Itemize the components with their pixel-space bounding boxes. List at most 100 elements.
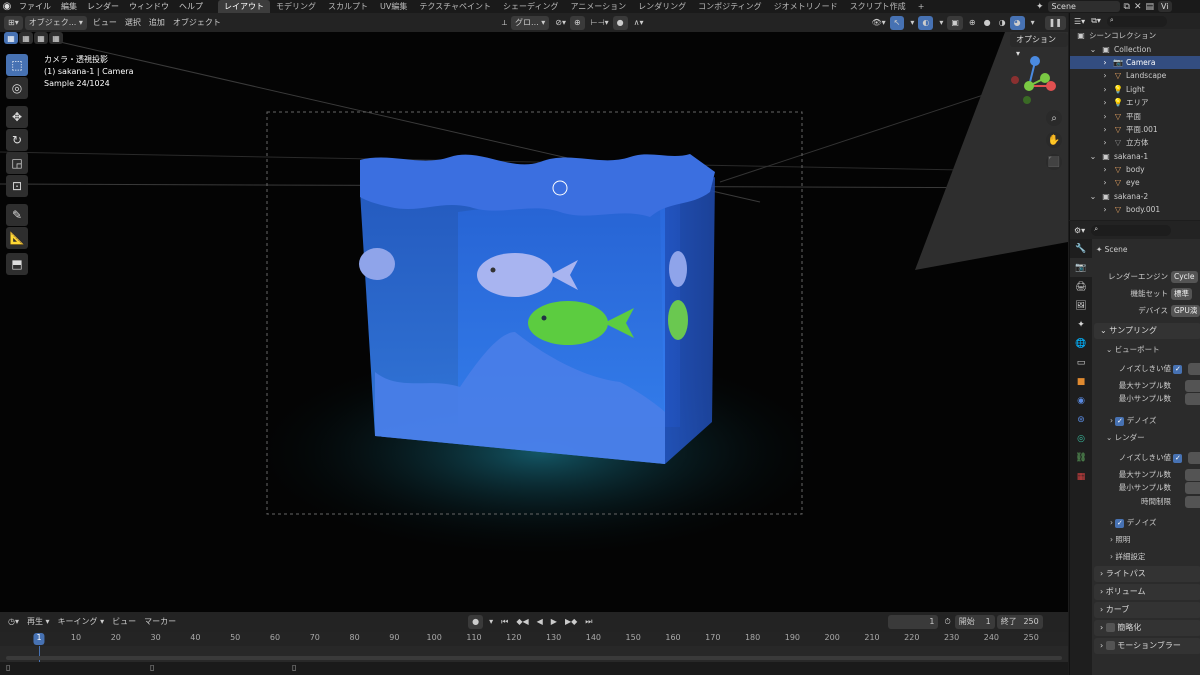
outliner-item[interactable]: › ▽ 立方体 <box>1070 136 1200 149</box>
proportional-edit-icon[interactable]: ● <box>612 15 628 30</box>
rotate-icon[interactable]: ↻ <box>6 129 28 151</box>
add-workspace-icon[interactable]: + <box>912 0 931 13</box>
editor-type-icon[interactable]: ⊞▾ <box>4 15 23 30</box>
select-menu[interactable]: 選択 <box>121 16 145 30</box>
render-denoise-checkbox[interactable]: ✓ <box>1115 518 1125 528</box>
viewport-denoise-row[interactable]: › ✓ デノイズ <box>1110 415 1157 426</box>
viewport-subpanel-header[interactable]: ⌄ ビューポート <box>1106 344 1160 355</box>
min-samples-field[interactable] <box>1185 393 1200 405</box>
gizmo-dropdown-icon[interactable]: ▾ <box>906 16 918 30</box>
max-samples-field[interactable] <box>1185 380 1200 392</box>
play-icon[interactable]: ▶ <box>547 615 561 629</box>
select-subtract-icon[interactable]: ▦ <box>34 32 48 44</box>
simplify-panel[interactable]: › 簡略化 <box>1094 620 1200 636</box>
expand-toggle-icon[interactable]: › <box>1100 165 1110 174</box>
tab-texture-paint[interactable]: テクスチャペイント <box>413 0 497 13</box>
motion-blur-checkbox[interactable] <box>1105 641 1115 650</box>
scale-icon[interactable]: ◲ <box>6 152 28 174</box>
tool-tab-icon[interactable]: 🔧 <box>1070 239 1092 258</box>
render-denoise-row[interactable]: › ✓ デノイズ <box>1110 517 1157 528</box>
menu-file[interactable]: ファイル <box>14 0 56 13</box>
light-paths-panel[interactable]: › ライトパス <box>1094 566 1200 582</box>
expand-toggle-icon[interactable]: › <box>1100 125 1110 134</box>
pivot-icon[interactable]: ⊘▾ <box>551 16 570 30</box>
advanced-subpanel[interactable]: › 詳細設定 <box>1110 551 1145 562</box>
outliner-item[interactable]: ⌄ ▣ sakana-1 <box>1070 150 1200 163</box>
scene-tab-icon[interactable]: ✦ <box>1070 315 1092 334</box>
view-menu[interactable]: ビュー <box>108 615 140 629</box>
expand-toggle-icon[interactable]: › <box>1100 112 1110 121</box>
outliner-editor-icon[interactable]: ☰▾ <box>1074 17 1085 26</box>
tab-modeling[interactable]: モデリング <box>270 0 322 13</box>
outliner-item[interactable]: › 📷 Camera <box>1070 55 1200 70</box>
current-frame-field[interactable]: 1 <box>888 615 939 629</box>
new-scene-icon[interactable]: ⧉ <box>1124 2 1130 12</box>
expand-toggle-icon[interactable]: › <box>1100 138 1110 147</box>
next-keyframe-icon[interactable]: ▶◆ <box>561 615 581 629</box>
start-frame-field[interactable]: 開始 1 <box>954 615 995 629</box>
menu-render[interactable]: レンダー <box>82 0 124 13</box>
zoom-icon[interactable]: ⌕ <box>1046 110 1062 126</box>
scene-field[interactable]: Scene <box>1047 1 1120 12</box>
menu-help[interactable]: ヘルプ <box>174 0 208 13</box>
stopwatch-icon[interactable]: ⏱ <box>940 615 954 629</box>
overlay-dropdown-icon[interactable]: ▾ <box>935 16 947 30</box>
simplify-checkbox[interactable] <box>1105 623 1115 632</box>
end-frame-field[interactable]: 終了 250 <box>996 615 1043 629</box>
gizmo-x[interactable] <box>1046 81 1056 91</box>
jump-end-icon[interactable]: ⏭ <box>581 615 596 629</box>
sampling-panel-header[interactable]: ⌄ サンプリング <box>1094 323 1200 339</box>
select-new-icon[interactable]: ▦ <box>4 32 18 44</box>
gizmo-center[interactable] <box>1024 81 1034 91</box>
max-samples-field[interactable] <box>1185 469 1200 481</box>
timeline-ruler[interactable]: 1 10 20 30 40 50 60 70 80 90 100 110 120… <box>0 632 1068 646</box>
tab-animation[interactable]: アニメーション <box>564 0 632 13</box>
properties-search-input[interactable]: ⌕ <box>1091 224 1172 236</box>
outliner-item[interactable]: ⌄ ▣ Collection <box>1070 42 1200 55</box>
add-cube-icon[interactable]: ⬒ <box>6 253 28 275</box>
record-options-icon[interactable]: ▾ <box>485 615 497 629</box>
motion-blur-panel[interactable]: › モーションブラー <box>1094 638 1200 654</box>
expand-toggle-icon[interactable]: ⌄ <box>1088 45 1098 54</box>
shading-wireframe-icon[interactable]: ⊕ <box>965 16 980 30</box>
keying-menu[interactable]: キーイング ▾ <box>54 615 109 629</box>
viewport-denoise-checkbox[interactable]: ✓ <box>1115 416 1125 426</box>
record-icon[interactable]: ● <box>468 615 484 629</box>
timeline-editor-icon[interactable]: ◷▾ <box>4 615 23 629</box>
expand-toggle-icon[interactable]: › <box>1100 205 1110 214</box>
shading-solid-icon[interactable]: ● <box>980 16 995 30</box>
gizmo-z[interactable] <box>1030 56 1040 66</box>
xray-icon[interactable]: ▣ <box>947 15 963 30</box>
expand-toggle-icon[interactable]: › <box>1100 71 1110 80</box>
noise-threshold-checkbox[interactable]: ✓ <box>1173 364 1183 374</box>
snap-icon[interactable]: ⊕ <box>569 15 585 30</box>
outliner-item[interactable]: › ▽ body.001 <box>1070 203 1200 216</box>
outliner-item[interactable]: › ▽ eye <box>1070 176 1200 189</box>
view-menu[interactable]: ビュー <box>89 16 121 30</box>
pause-render-icon[interactable]: ❚❚ <box>1044 15 1066 30</box>
3d-viewport[interactable]: カメラ・透視投影 (1) sakana-1 | Camera Sample 24… <box>0 32 1068 612</box>
navigation-gizmo[interactable] <box>1005 52 1063 114</box>
feature-set-dropdown[interactable]: 標準 <box>1171 288 1192 300</box>
outliner-item[interactable]: ⌄ ▣ sakana-2 <box>1070 190 1200 203</box>
prev-keyframe-icon[interactable]: ◆◀ <box>512 615 532 629</box>
particles-tab-icon[interactable]: ⊛ <box>1070 410 1092 429</box>
scene-collection-row[interactable]: ▣ シーンコレクション <box>1070 29 1200 42</box>
tab-shading[interactable]: シェーディング <box>497 0 564 13</box>
overlay-toggle-icon[interactable]: ◐ <box>918 15 934 30</box>
noise-threshold-field[interactable] <box>1187 363 1200 375</box>
menu-edit[interactable]: 編集 <box>56 0 82 13</box>
tab-compositing[interactable]: コンポジティング <box>692 0 768 13</box>
tab-sculpt[interactable]: スカルプト <box>322 0 374 13</box>
select-invert-icon[interactable]: ▦ <box>49 32 63 44</box>
min-samples-field[interactable] <box>1185 482 1200 494</box>
play-reverse-icon[interactable]: ◀ <box>533 615 547 629</box>
orientation-dropdown[interactable]: グロ... ▾ <box>511 15 550 30</box>
playback-menu[interactable]: 再生 ▾ <box>23 615 54 629</box>
device-dropdown[interactable]: GPU演 <box>1171 305 1200 317</box>
view-layer-field[interactable]: Vi <box>1158 1 1172 12</box>
gizmo-y[interactable] <box>1040 73 1050 83</box>
pan-hand-icon[interactable]: ✋ <box>1046 132 1062 148</box>
outliner-item[interactable]: › ▽ Landscape <box>1070 69 1200 82</box>
tab-scripting[interactable]: スクリプト作成 <box>844 0 912 13</box>
